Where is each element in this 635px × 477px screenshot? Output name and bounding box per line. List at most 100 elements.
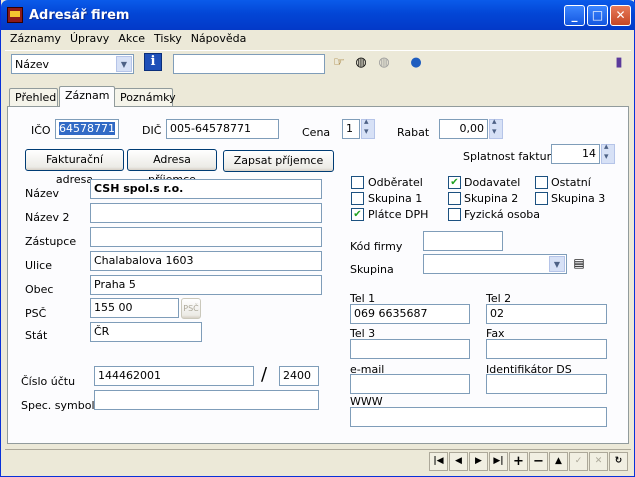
- first-record-icon[interactable]: |◀: [429, 452, 448, 471]
- skupina3-checkbox[interactable]: [535, 192, 548, 205]
- skupina1-checkbox[interactable]: [351, 192, 364, 205]
- dic-label: DIČ: [142, 124, 162, 137]
- stat-field[interactable]: ČR: [90, 322, 202, 342]
- web-globe-icon[interactable]: ●: [405, 52, 427, 74]
- skupina2-label: Skupina 2: [464, 192, 519, 205]
- ucet-label: Číslo účtu: [21, 375, 76, 388]
- ostatni-label: Ostatní: [551, 176, 591, 189]
- obec-field[interactable]: Praha 5: [90, 275, 322, 295]
- nazev2-label: Název 2: [25, 211, 70, 224]
- fakturacni-adresa-button[interactable]: Fakturační adresa: [25, 149, 124, 186]
- last-record-icon[interactable]: ▶|: [489, 452, 508, 471]
- add-record-icon[interactable]: +: [509, 452, 528, 471]
- refresh-icon[interactable]: ↻: [609, 452, 628, 471]
- tab-zaznam[interactable]: Záznam: [59, 86, 115, 107]
- ulice-field[interactable]: Chalabalova 1603: [90, 251, 322, 271]
- kod-field[interactable]: [423, 231, 503, 251]
- next-record-icon[interactable]: ▶: [469, 452, 488, 471]
- globe-disabled-icon: ◍: [378, 55, 390, 70]
- prev-record-icon[interactable]: ◀: [449, 452, 468, 471]
- ulice-label: Ulice: [25, 259, 52, 272]
- tel1-field[interactable]: 069 6635687: [350, 304, 470, 324]
- spec-label: Spec. symbol: [21, 399, 95, 412]
- kod-label: Kód firmy: [350, 240, 403, 253]
- exit-door-icon[interactable]: ▮: [608, 52, 630, 74]
- obec-label: Obec: [25, 283, 54, 296]
- ucet-separator: /: [261, 364, 268, 385]
- banka-field[interactable]: 2400: [279, 366, 319, 386]
- skupina1-label: Skupina 1: [368, 192, 423, 205]
- post-record-icon: ✓: [569, 452, 588, 471]
- fyzicka-osoba-label: Fyzická osoba: [464, 208, 541, 221]
- zapsat-prijemce-button[interactable]: Zapsat příjemce: [223, 150, 334, 172]
- platce-dph-checkbox[interactable]: ✔: [351, 208, 364, 221]
- close-button[interactable]: ✕: [610, 5, 631, 26]
- delete-record-icon[interactable]: −: [529, 452, 548, 471]
- minimize-button[interactable]: _: [564, 5, 585, 26]
- rabat-field[interactable]: 0,00: [439, 119, 488, 139]
- title-bar[interactable]: Adresář firem _ □ ✕: [1, 0, 635, 30]
- psc-lookup-button[interactable]: PSČ: [181, 298, 201, 319]
- menu-zaznamy[interactable]: Záznamy: [5, 31, 65, 45]
- app-icon: [7, 7, 23, 23]
- zastupce-label: Zástupce: [25, 235, 77, 248]
- find-hand-icon[interactable]: ☞: [328, 52, 350, 74]
- edit-groups-icon[interactable]: ▤: [569, 253, 589, 273]
- nazev2-field[interactable]: [90, 203, 322, 223]
- platce-dph-label: Plátce DPH: [368, 208, 429, 221]
- menu-napoveda[interactable]: Nápověda: [186, 31, 251, 45]
- fax-field[interactable]: [486, 339, 607, 359]
- edit-record-icon[interactable]: ▲: [549, 452, 568, 471]
- dic-field[interactable]: 005-64578771: [166, 119, 279, 139]
- cena-field[interactable]: 1: [342, 119, 360, 139]
- nazev-field[interactable]: CSH spol.s r.o.: [90, 179, 322, 199]
- search-input[interactable]: [173, 54, 325, 74]
- zastupce-field[interactable]: [90, 227, 322, 247]
- ucet-field[interactable]: 144462001: [94, 366, 254, 386]
- search-field-select[interactable]: Název ▼: [11, 54, 134, 74]
- app-window: Adresář firem _ □ ✕ Záznamy Úpravy Akce Tis…: [0, 0, 635, 477]
- cena-label: Cena: [302, 126, 331, 139]
- cena-spinner[interactable]: [361, 117, 375, 139]
- tel3-field[interactable]: [350, 339, 470, 359]
- spec-field[interactable]: [94, 390, 319, 410]
- splatnost-spinner[interactable]: [601, 142, 615, 164]
- rabat-spinner[interactable]: [489, 117, 503, 139]
- menu-akce[interactable]: Akce: [113, 31, 149, 45]
- psc-field[interactable]: 155 00: [90, 298, 179, 318]
- ico-label: IČO: [31, 124, 51, 137]
- chevron-down-icon[interactable]: ▼: [116, 56, 132, 72]
- maximize-button[interactable]: □: [587, 5, 608, 26]
- splatnost-label: Splatnost faktur: [463, 150, 552, 163]
- psc-label: PSČ: [25, 307, 47, 320]
- info-icon[interactable]: i: [144, 53, 162, 71]
- dodavatel-label: Dodavatel: [464, 176, 521, 189]
- skupina-select[interactable]: ▼: [423, 254, 567, 274]
- ids-field[interactable]: [486, 374, 607, 394]
- www-field[interactable]: [350, 407, 607, 427]
- email-field[interactable]: [350, 374, 470, 394]
- tel2-field[interactable]: 02: [486, 304, 607, 324]
- odberatel-label: Odběratel: [368, 176, 423, 189]
- dodavatel-checkbox[interactable]: ✔: [448, 176, 461, 189]
- skupina2-checkbox[interactable]: [448, 192, 461, 205]
- tab-poznamky[interactable]: Poznámky: [114, 88, 176, 106]
- ico-value: 64578771: [59, 122, 115, 135]
- status-bar: |◀ ◀ ▶ ▶| + − ▲ ✓ ✕ ↻: [5, 449, 631, 473]
- ostatni-checkbox[interactable]: [535, 176, 548, 189]
- globe-filter-icon[interactable]: ◍: [350, 52, 372, 74]
- odberatel-checkbox[interactable]: [351, 176, 364, 189]
- adresa-prijemce-button[interactable]: Adresa příjemce: [127, 149, 217, 186]
- fyzicka-osoba-checkbox[interactable]: [448, 208, 461, 221]
- menu-upravy[interactable]: Úpravy: [65, 31, 113, 45]
- splatnost-field[interactable]: 14: [551, 144, 600, 164]
- stat-label: Stát: [25, 329, 48, 342]
- cancel-record-icon: ✕: [589, 452, 608, 471]
- skupina-label: Skupina: [350, 263, 394, 276]
- chevron-down-icon[interactable]: ▼: [549, 256, 565, 272]
- tab-prehled[interactable]: Přehled: [9, 88, 58, 106]
- menu-tisky[interactable]: Tisky: [149, 31, 186, 45]
- menu-bar: Záznamy Úpravy Akce Tisky Nápověda: [5, 31, 631, 49]
- ico-field[interactable]: 64578771: [55, 119, 119, 139]
- toolbar: Název ▼ i ☞ ◍ ◍ ● ▮: [5, 50, 631, 77]
